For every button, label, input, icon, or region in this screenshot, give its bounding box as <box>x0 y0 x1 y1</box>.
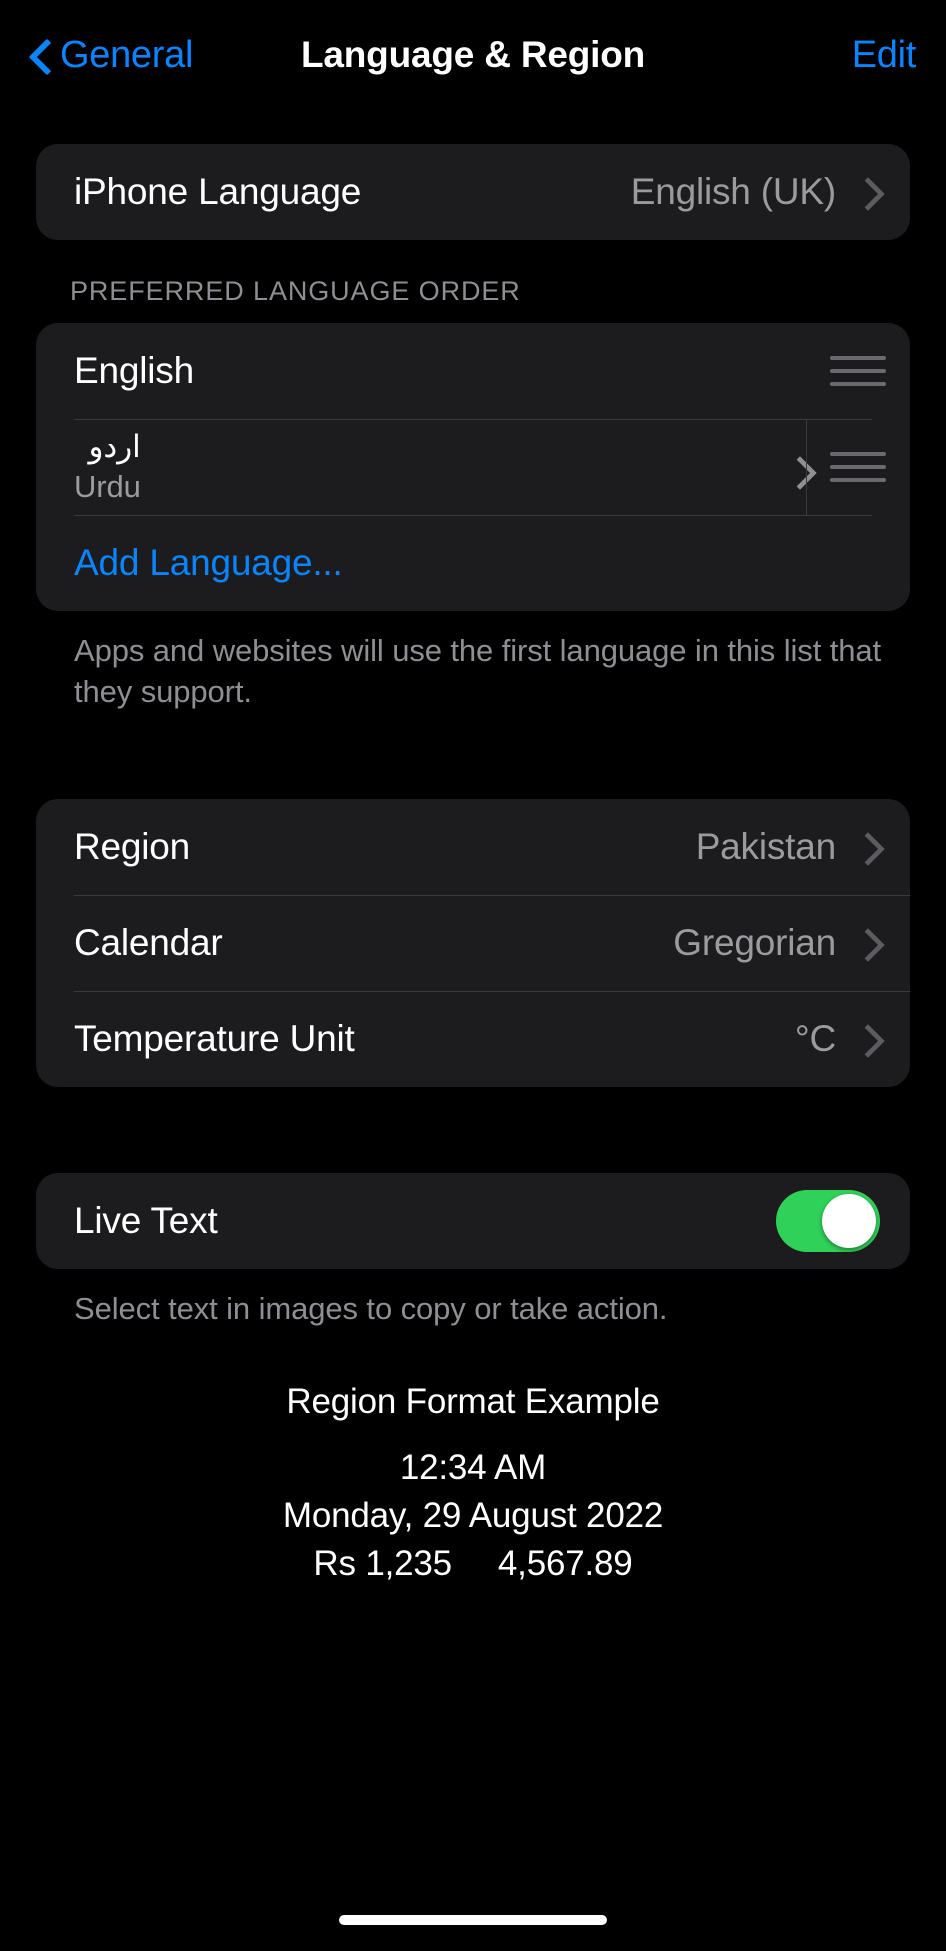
row-live-text: Live Text <box>36 1173 910 1269</box>
add-language-row[interactable]: Add Language... <box>36 515 910 611</box>
reorder-handle-icon[interactable] <box>830 452 886 482</box>
example-time: 12:34 AM <box>399 1447 547 1487</box>
example-numbers: Rs 1,235 4,567.89 <box>0 1544 946 1584</box>
language-chevron <box>768 458 786 476</box>
row-iphone-language[interactable]: iPhone Language English (UK) <box>36 144 910 240</box>
region-format-example-lines: 12:34 AM Monday, 29 August 2022 Rs 1,235… <box>0 1448 946 1584</box>
reorder-handle-cell[interactable] <box>806 323 910 419</box>
language-name: اردو <box>88 429 141 465</box>
live-text-toggle[interactable] <box>776 1189 880 1252</box>
language-order-card: English اردو Urdu Add Language... <box>36 323 910 611</box>
row-label: Temperature Unit <box>74 1017 355 1059</box>
language-main[interactable]: اردو Urdu <box>36 419 806 515</box>
edit-button[interactable]: Edit <box>852 34 917 77</box>
settings-screen: General Language & Region Edit iPhone La… <box>0 0 946 1951</box>
row-label: Region <box>74 825 191 867</box>
section-header-language-order: PREFERRED LANGUAGE ORDER <box>70 276 521 306</box>
toggle-knob <box>822 1193 876 1248</box>
live-text-card: Live Text <box>36 1172 910 1269</box>
row-calendar[interactable]: Calendar Gregorian <box>36 894 910 991</box>
section-footer-language-order: Apps and websites will use the first lan… <box>74 633 882 709</box>
back-button-label: General <box>60 33 194 76</box>
chevron-right-icon <box>854 834 880 860</box>
list-item-language[interactable]: اردو Urdu <box>36 419 910 515</box>
example-money-group: Rs 1,235 4,567.89 <box>313 1544 632 1584</box>
add-language-label[interactable]: Add Language... <box>74 542 343 584</box>
row-temperature-unit[interactable]: Temperature Unit °C <box>36 990 910 1087</box>
iphone-language-card: iPhone Language English (UK) <box>36 144 910 240</box>
example-number: 4,567.89 <box>497 1543 633 1583</box>
row-value: Pakistan <box>695 825 837 867</box>
region-settings-card: Region Pakistan Calendar Gregorian Tempe… <box>36 798 910 1087</box>
list-item-language[interactable]: English <box>36 323 910 419</box>
row-label: Live Text <box>74 1199 218 1241</box>
row-region[interactable]: Region Pakistan <box>36 799 910 895</box>
back-button-general[interactable]: General <box>30 34 193 77</box>
row-value: °C <box>794 1017 836 1059</box>
example-date: Monday, 29 August 2022 <box>282 1495 664 1535</box>
reorder-handle-cell[interactable] <box>806 419 910 515</box>
example-currency: Rs 1,235 <box>313 1543 452 1583</box>
language-subtitle: Urdu <box>74 469 141 504</box>
row-value: Gregorian <box>673 921 836 963</box>
section-footer-live-text: Select text in images to copy or take ac… <box>74 1290 668 1326</box>
language-texts: English <box>74 350 194 392</box>
language-name: English <box>74 350 194 391</box>
region-format-example-title: Region Format Example <box>286 1381 660 1421</box>
row-label: iPhone Language <box>74 171 362 212</box>
navigation-bar: General Language & Region Edit <box>0 0 946 110</box>
language-texts: اردو Urdu <box>74 429 141 505</box>
chevron-left-icon <box>30 35 52 75</box>
chevron-right-icon <box>854 179 880 205</box>
row-value: English (UK) <box>630 171 836 212</box>
chevron-right-icon <box>854 930 880 956</box>
home-indicator[interactable] <box>339 1915 607 1925</box>
language-main[interactable]: English <box>36 323 806 419</box>
reorder-handle-icon[interactable] <box>830 356 886 386</box>
region-format-example: Region Format Example 12:34 AM Monday, 2… <box>0 1330 946 1584</box>
row-label: Calendar <box>74 921 223 963</box>
chevron-right-icon <box>854 1026 880 1052</box>
